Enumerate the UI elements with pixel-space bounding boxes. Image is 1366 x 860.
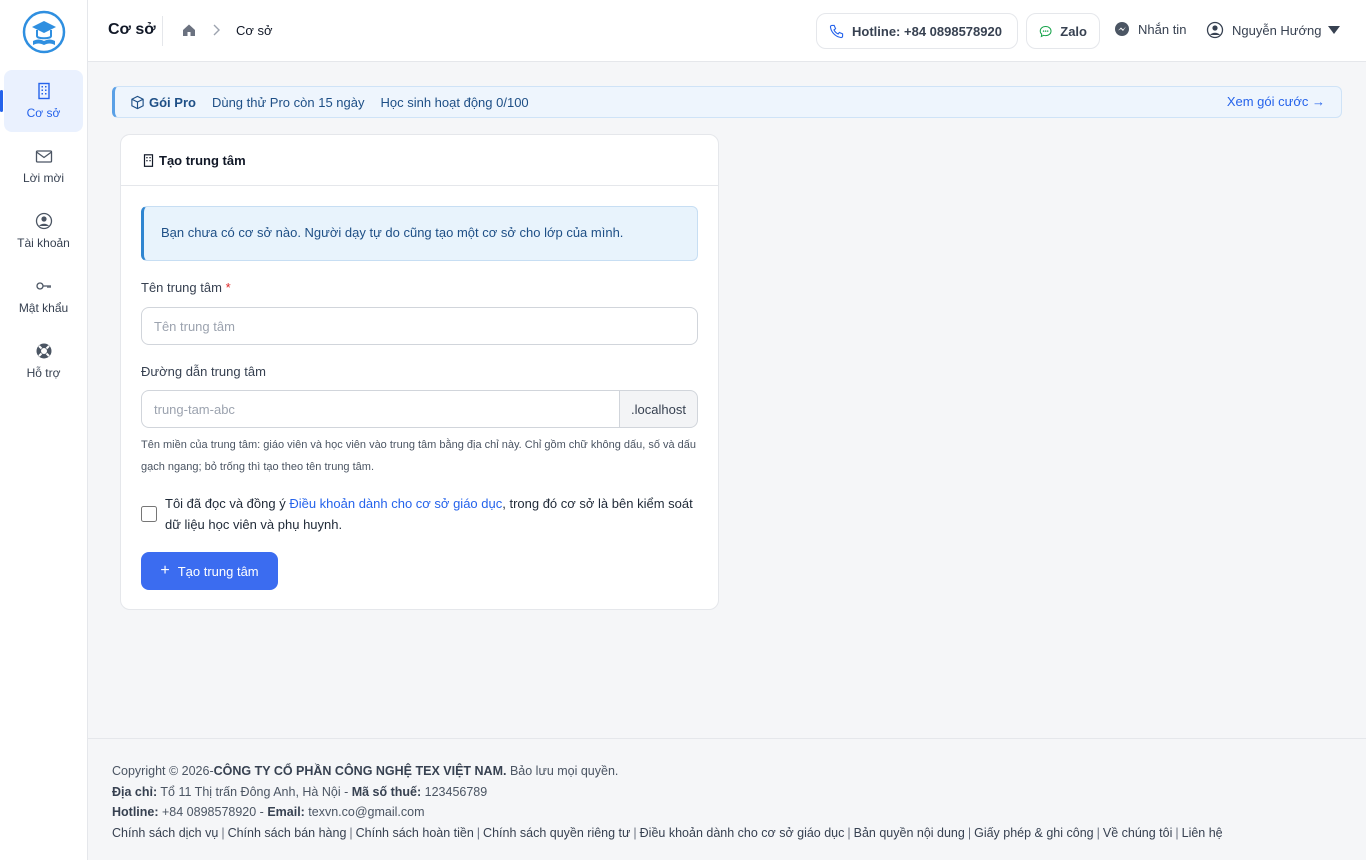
hotline-button[interactable]: Hotline: +84 0898578920 — [816, 13, 1018, 49]
user-menu[interactable]: Nguyễn Hướng — [1206, 21, 1340, 39]
footer-contact: Hotline: +84 0898578920 - Email: texvn.c… — [112, 802, 1366, 823]
slug-help-text: Tên miền của trung tâm: giáo viên và học… — [141, 439, 697, 473]
create-center-card: Tạo trung tâm Bạn chưa có cơ sở nào. Ngư… — [120, 134, 719, 610]
footer: Copyright © 2026-CÔNG TY CỔ PHẦN CÔNG NG… — [88, 738, 1366, 860]
email-value: texvn.co@gmail.com — [304, 805, 425, 819]
chevron-right-icon — [213, 24, 220, 36]
email-label: Email: — [267, 805, 305, 819]
center-name-label: Tên trung tâm * — [141, 280, 231, 295]
footer-link[interactable]: Liên hệ — [1182, 826, 1223, 840]
sidebar: Cơ sở Lời mời Tài khoản Mật khẩu Hỗ trợ — [0, 0, 88, 860]
footer-link[interactable]: Điều khoản dành cho cơ sở giáo dục — [640, 826, 845, 840]
building-icon — [143, 153, 154, 167]
tax-value: 123456789 — [421, 784, 488, 799]
center-name-label-text: Tên trung tâm — [141, 280, 222, 295]
copyright-prefix: Copyright © 2026- — [112, 764, 214, 778]
view-plans-link[interactable]: Xem gói cước → — [1227, 94, 1325, 109]
terms-link[interactable]: Điều khoản dành cho cơ sở giáo dục — [289, 496, 502, 511]
sidebar-item-label: Cơ sở — [26, 106, 61, 120]
create-center-label: Tạo trung tâm — [177, 563, 259, 579]
zalo-button[interactable]: Zalo — [1026, 13, 1100, 49]
building-icon — [37, 82, 50, 100]
link-separator: | — [1096, 825, 1100, 840]
footer-link[interactable]: Chính sách dịch vụ — [112, 826, 218, 840]
messenger-link[interactable]: Nhắn tin — [1114, 21, 1186, 37]
required-marker: * — [225, 280, 231, 295]
center-slug-input[interactable] — [141, 390, 619, 428]
pro-plan-banner: Gói Pro Dùng thử Pro còn 15 ngày Học sin… — [112, 86, 1342, 118]
message-label: Nhắn tin — [1138, 21, 1187, 37]
footer-address: Địa chỉ: Tổ 11 Thị trấn Đông Anh, Hà Nội… — [112, 782, 1366, 803]
footer-hotline-value: +84 0898578920 - — [158, 805, 268, 819]
plan-name: Gói Pro — [149, 94, 196, 110]
phone-icon — [829, 24, 844, 38]
breadcrumb-current: Cơ sở — [236, 23, 273, 38]
footer-link[interactable]: Bản quyền nội dung — [854, 826, 965, 840]
sidebar-item-tai-khoan[interactable]: Tài khoản — [4, 200, 83, 262]
center-slug-label: Đường dẫn trung tâm — [141, 364, 266, 379]
sidebar-item-loi-moi[interactable]: Lời mời — [4, 135, 83, 197]
link-separator: | — [476, 825, 481, 840]
link-separator: | — [633, 825, 637, 840]
user-avatar-icon — [1206, 21, 1224, 39]
terms-text: Tôi đã đọc và đồng ý Điều khoản dành cho… — [165, 493, 698, 535]
center-name-input[interactable] — [141, 307, 698, 345]
link-separator: | — [1175, 825, 1179, 840]
footer-link[interactable]: Chính sách hoàn tiền — [356, 826, 474, 840]
hotline-label: Hotline: +84 0898578920 — [852, 23, 1002, 39]
footer-copyright: Copyright © 2026-CÔNG TY CỔ PHẦN CÔNG NG… — [112, 761, 1366, 782]
address-label: Địa chỉ: — [112, 784, 158, 799]
sidebar-item-label: Lời mời — [22, 171, 65, 185]
domain-suffix: .localhost — [619, 390, 698, 428]
lifebuoy-icon — [36, 343, 51, 359]
sidebar-item-label: Mật khẩu — [18, 301, 69, 315]
sidebar-item-ho-tro[interactable]: Hỗ trợ — [4, 330, 83, 392]
create-center-button[interactable]: + Tạo trung tâm — [141, 552, 278, 590]
footer-links: Chính sách dịch vụ | Chính sách bán hàng | C… — [112, 823, 1366, 844]
package-icon — [131, 95, 144, 109]
footer-link[interactable]: Chính sách bán hàng — [228, 826, 347, 840]
active-students: Học sinh hoạt động 0/100 — [380, 94, 529, 110]
terms-agreement: Tôi đã đọc và đồng ý Điều khoản dành cho… — [141, 493, 698, 535]
envelope-icon — [35, 150, 52, 163]
key-icon — [35, 282, 51, 290]
zalo-label: Zalo — [1060, 23, 1087, 39]
school-logo-icon[interactable] — [22, 10, 66, 54]
card-header: Tạo trung tâm — [121, 135, 718, 186]
footer-link[interactable]: Giấy phép & ghi công — [974, 826, 1094, 840]
home-icon[interactable] — [182, 23, 196, 37]
page-title: Cơ sở — [108, 21, 156, 38]
footer-hotline-label: Hotline: — [112, 805, 159, 819]
copyright-rights: Bảo lưu mọi quyền. — [506, 764, 619, 778]
chat-bubble-icon — [1039, 25, 1052, 37]
sidebar-item-label: Hỗ trợ — [26, 366, 61, 380]
user-name: Nguyễn Hướng — [1232, 22, 1322, 38]
footer-link[interactable]: Chính sách quyền riêng tư — [483, 826, 630, 840]
plus-icon: + — [160, 562, 170, 579]
terms-prefix: Tôi đã đọc và đồng ý — [165, 496, 290, 511]
link-separator: | — [221, 825, 225, 840]
tax-label: Mã số thuế: — [351, 784, 422, 799]
sidebar-item-label: Tài khoản — [17, 236, 70, 250]
company-name: CÔNG TY CỔ PHẦN CÔNG NGHỆ TEX VIỆT NAM. — [213, 764, 507, 778]
info-alert: Bạn chưa có cơ sở nào. Người dạy tự do c… — [141, 206, 698, 261]
terms-checkbox[interactable] — [141, 506, 157, 522]
footer-link[interactable]: Về chúng tôi — [1103, 826, 1173, 840]
sidebar-item-mat-khau[interactable]: Mật khẩu — [4, 265, 83, 327]
link-separator: | — [967, 825, 972, 840]
trial-status: Dùng thử Pro còn 15 ngày — [211, 94, 365, 110]
messenger-icon — [1115, 22, 1129, 36]
header-divider — [162, 16, 163, 46]
top-header: Cơ sở Cơ sở Hotline: +84 0898578920 Zalo… — [88, 0, 1366, 62]
link-separator: | — [349, 825, 353, 840]
address-value: Tổ 11 Thị trấn Đông Anh, Hà Nội - — [157, 784, 352, 799]
link-separator: | — [847, 825, 851, 840]
sidebar-item-co-so[interactable]: Cơ sở — [0, 70, 83, 132]
caret-down-icon — [1327, 26, 1340, 34]
user-circle-icon — [35, 212, 52, 230]
center-slug-group: .localhost — [141, 390, 698, 428]
card-title: Tạo trung tâm — [159, 152, 246, 168]
